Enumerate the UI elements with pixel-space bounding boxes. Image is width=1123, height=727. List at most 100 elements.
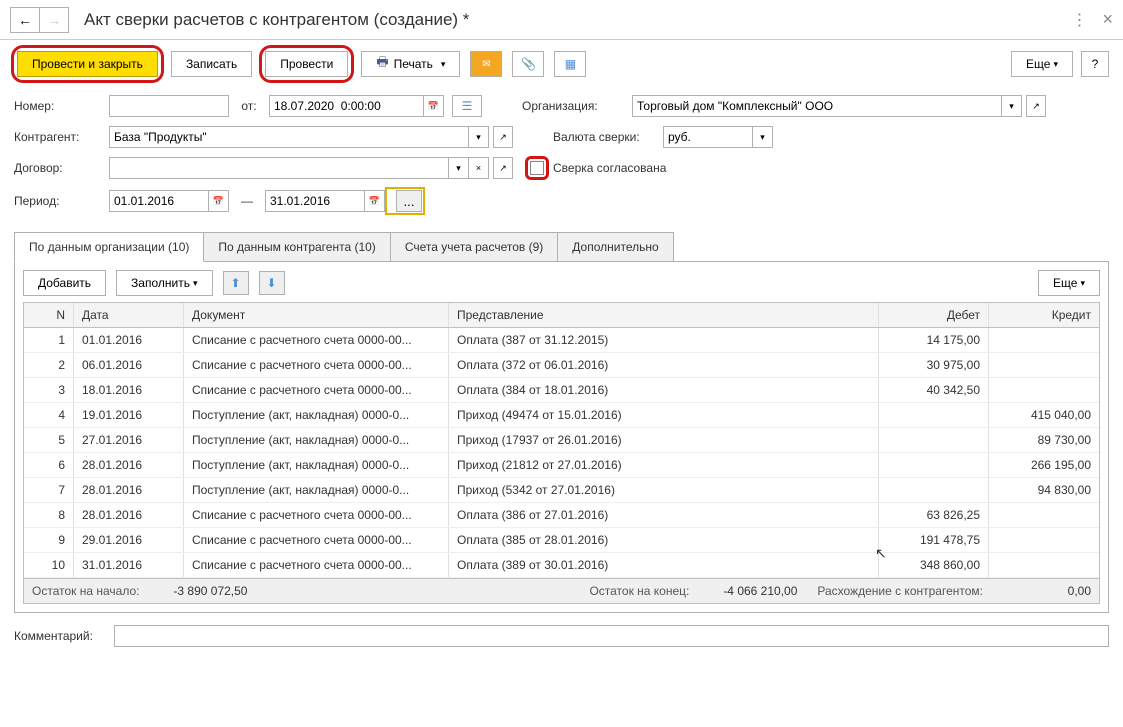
currency-label: Валюта сверки: xyxy=(553,130,663,144)
print-button[interactable]: Печать xyxy=(361,51,460,77)
cell: 29.01.2016 xyxy=(74,528,184,552)
comment-field[interactable] xyxy=(114,625,1109,647)
help-button[interactable]: ? xyxy=(1081,51,1109,77)
col-repr[interactable]: Представление xyxy=(449,303,879,327)
more-options-icon[interactable]: ⋮ xyxy=(1071,10,1087,30)
cell: 1 xyxy=(24,328,74,352)
cell: Поступление (акт, накладная) 0000-0... xyxy=(184,428,449,452)
number-field[interactable] xyxy=(109,95,229,117)
attach-button[interactable]: 📎 xyxy=(512,51,544,77)
currency-field[interactable] xyxy=(663,126,753,148)
number-label: Номер: xyxy=(14,99,109,113)
tab-org-data[interactable]: По данным организации (10) xyxy=(14,232,204,262)
cell: 191 478,75 xyxy=(879,528,989,552)
mail-button[interactable]: ✉ xyxy=(470,51,502,77)
period-to-cal[interactable]: 📅 xyxy=(365,190,385,212)
col-date[interactable]: Дата xyxy=(74,303,184,327)
structure-button[interactable]: ▦ xyxy=(554,51,586,77)
counterparty-open[interactable]: ↗ xyxy=(493,126,513,148)
table-row[interactable]: 206.01.2016Списание с расчетного счета 0… xyxy=(24,353,1099,378)
table-row[interactable]: 929.01.2016Списание с расчетного счета 0… xyxy=(24,528,1099,553)
agreed-highlight xyxy=(525,156,549,180)
table-row[interactable]: 419.01.2016Поступление (акт, накладная) … xyxy=(24,403,1099,428)
contract-dropdown[interactable]: ▾ xyxy=(449,157,469,179)
tab-counterparty-data[interactable]: По данным контрагента (10) xyxy=(203,232,390,261)
tab-extra[interactable]: Дополнительно xyxy=(557,232,673,261)
cell: 8 xyxy=(24,503,74,527)
cell: 06.01.2016 xyxy=(74,353,184,377)
post-and-close-button[interactable]: Провести и закрыть xyxy=(17,51,158,77)
counterparty-dropdown[interactable]: ▾ xyxy=(469,126,489,148)
period-label: Период: xyxy=(14,194,109,208)
col-n[interactable]: N xyxy=(24,303,74,327)
cell: Поступление (акт, накладная) 0000-0... xyxy=(184,403,449,427)
write-button[interactable]: Записать xyxy=(171,51,252,77)
diff-value: 0,00 xyxy=(991,584,1091,598)
move-down-button[interactable]: ⬇ xyxy=(259,271,285,295)
col-doc[interactable]: Документ xyxy=(184,303,449,327)
org-label: Организация: xyxy=(522,99,632,113)
cell: Приход (17937 от 26.01.2016) xyxy=(449,428,879,452)
date-field[interactable] xyxy=(269,95,424,117)
cell: Оплата (384 от 18.01.2016) xyxy=(449,378,879,402)
back-button[interactable]: ← xyxy=(10,7,40,33)
table-row[interactable]: 728.01.2016Поступление (акт, накладная) … xyxy=(24,478,1099,503)
calendar-button[interactable]: 📅 xyxy=(424,95,444,117)
cell: 266 195,00 xyxy=(989,453,1099,477)
cell xyxy=(879,453,989,477)
contract-open[interactable]: ↗ xyxy=(493,157,513,179)
cell: 89 730,00 xyxy=(989,428,1099,452)
post-button[interactable]: Провести xyxy=(265,51,348,77)
add-button[interactable]: Добавить xyxy=(23,270,106,296)
table-header: N Дата Документ Представление Дебет Кред… xyxy=(24,303,1099,328)
forward-button[interactable]: → xyxy=(39,7,69,33)
cell: Поступление (акт, накладная) 0000-0... xyxy=(184,453,449,477)
contract-label: Договор: xyxy=(14,161,109,175)
org-field[interactable] xyxy=(632,95,1002,117)
currency-dropdown[interactable]: ▾ xyxy=(753,126,773,148)
period-from-field[interactable] xyxy=(109,190,209,212)
print-label: Печать xyxy=(394,57,433,71)
org-open[interactable]: ↗ xyxy=(1026,95,1046,117)
table-row[interactable]: 1031.01.2016Списание с расчетного счета … xyxy=(24,553,1099,578)
end-balance-value: -4 066 210,00 xyxy=(697,584,797,598)
org-dropdown[interactable]: ▾ xyxy=(1002,95,1022,117)
cell: Оплата (389 от 30.01.2016) xyxy=(449,553,879,577)
agreed-checkbox[interactable] xyxy=(530,161,544,175)
cell: Приход (21812 от 27.01.2016) xyxy=(449,453,879,477)
period-to-field[interactable] xyxy=(265,190,365,212)
agreed-label: Сверка согласована xyxy=(553,161,666,175)
cell: Оплата (385 от 28.01.2016) xyxy=(449,528,879,552)
cell: 28.01.2016 xyxy=(74,478,184,502)
table-row[interactable]: 101.01.2016Списание с расчетного счета 0… xyxy=(24,328,1099,353)
period-select-button[interactable]: ... xyxy=(396,190,422,212)
cell: 4 xyxy=(24,403,74,427)
post-highlight: Провести xyxy=(259,45,354,83)
cell: 94 830,00 xyxy=(989,478,1099,502)
cell: 5 xyxy=(24,428,74,452)
tab-content: Добавить Заполнить ⬆ ⬇ Еще N Дата Докуме… xyxy=(14,262,1109,613)
close-icon[interactable]: × xyxy=(1102,9,1113,30)
tab-more-button[interactable]: Еще xyxy=(1038,270,1100,296)
contract-clear[interactable]: × xyxy=(469,157,489,179)
fill-button[interactable]: Заполнить xyxy=(116,270,212,296)
col-debit[interactable]: Дебет xyxy=(879,303,989,327)
list-icon-button[interactable]: ☰ xyxy=(452,95,482,117)
cell: 10 xyxy=(24,553,74,577)
contract-field[interactable] xyxy=(109,157,449,179)
move-up-button[interactable]: ⬆ xyxy=(223,271,249,295)
cell xyxy=(879,478,989,502)
footer-totals: Остаток на начало: -3 890 072,50 Остаток… xyxy=(23,579,1100,604)
col-credit[interactable]: Кредит xyxy=(989,303,1099,327)
cell: Списание с расчетного счета 0000-00... xyxy=(184,378,449,402)
table-row[interactable]: 527.01.2016Поступление (акт, накладная) … xyxy=(24,428,1099,453)
more-button[interactable]: Еще xyxy=(1011,51,1073,77)
counterparty-field[interactable] xyxy=(109,126,469,148)
table-row[interactable]: 828.01.2016Списание с расчетного счета 0… xyxy=(24,503,1099,528)
cell: Оплата (386 от 27.01.2016) xyxy=(449,503,879,527)
period-from-cal[interactable]: 📅 xyxy=(209,190,229,212)
cell: 2 xyxy=(24,353,74,377)
table-row[interactable]: 628.01.2016Поступление (акт, накладная) … xyxy=(24,453,1099,478)
table-row[interactable]: 318.01.2016Списание с расчетного счета 0… xyxy=(24,378,1099,403)
tab-accounts[interactable]: Счета учета расчетов (9) xyxy=(390,232,558,261)
